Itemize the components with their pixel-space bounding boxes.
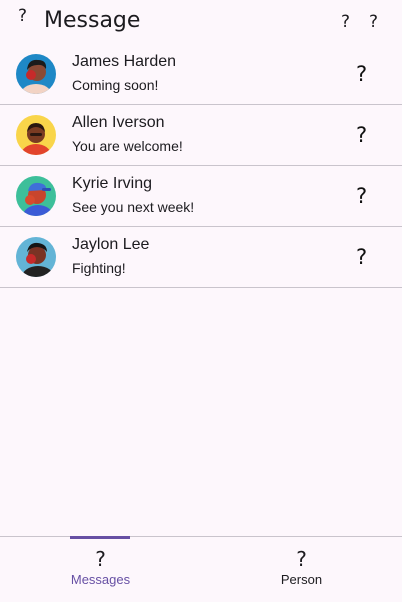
message-preview: Coming soon! [72,77,159,93]
list-item[interactable]: Kyrie Irving See you next week! ? [0,166,402,227]
page-title: Message [44,8,141,33]
action-icon-1[interactable]: ? [341,10,350,34]
message-list: James Harden Coming soon! ? Allen Iverso… [0,44,402,288]
nav-label-person: Person [280,572,323,587]
top-app-bar: ? Message ? ? [0,0,402,44]
avatar [16,237,56,277]
contact-name: Kyrie Irving [72,175,153,192]
bottom-navigation: ? Messages ? Person [0,536,402,602]
message-preview: You are welcome! [72,138,183,154]
list-item[interactable]: Jaylon Lee Fighting! ? [0,227,402,288]
avatar [16,54,56,94]
message-preview: Fighting! [72,260,126,276]
nav-item-messages[interactable]: ? Messages [0,536,201,602]
trailing-icon[interactable]: ? [356,61,367,87]
trailing-icon[interactable]: ? [356,122,367,148]
contact-name: Allen Iverson [72,114,165,131]
person-icon: ? [296,547,307,571]
menu-icon[interactable]: ? [18,6,27,26]
nav-label-messages: Messages [70,572,131,587]
action-icon-2[interactable]: ? [369,10,378,34]
list-item[interactable]: Allen Iverson You are welcome! ? [0,105,402,166]
active-indicator [70,536,130,539]
avatar [16,176,56,216]
trailing-icon[interactable]: ? [356,244,367,270]
nav-item-person[interactable]: ? Person [201,537,402,602]
avatar [16,115,56,155]
message-preview: See you next week! [72,199,195,215]
messages-icon: ? [95,547,106,571]
list-item[interactable]: James Harden Coming soon! ? [0,44,402,105]
trailing-icon[interactable]: ? [356,183,367,209]
contact-name: Jaylon Lee [72,236,150,253]
contact-name: James Harden [72,53,177,70]
